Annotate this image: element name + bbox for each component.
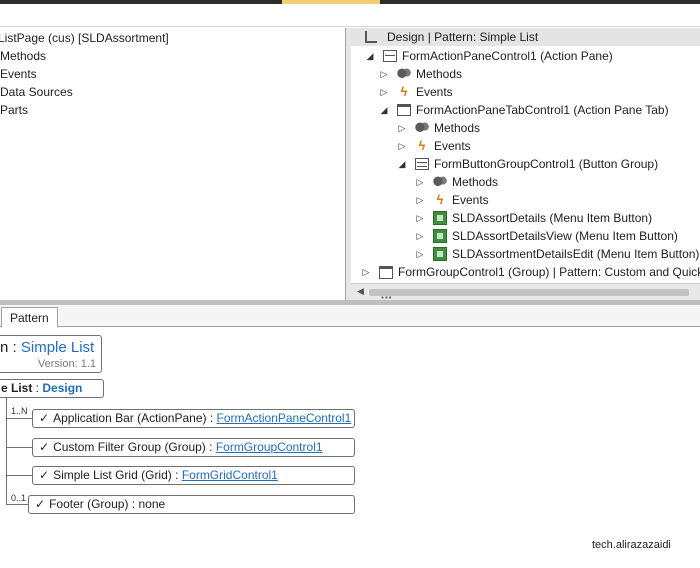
tree-node-sldassortdetailsview[interactable]: ▷ SLDAssortDetailsView (Menu Item Button… bbox=[415, 227, 678, 245]
tree-node-formgroupcontrol[interactable]: ▷ FormGroupControl1 (Group) | Pattern: C… bbox=[361, 263, 700, 281]
collapse-arrow-icon[interactable]: ◢ bbox=[379, 101, 389, 119]
menu-item-button-icon bbox=[433, 247, 447, 261]
watermark-text: tech.alirazazaidi bbox=[592, 539, 671, 551]
button-group-icon bbox=[415, 158, 429, 170]
events-icon: ϟ bbox=[436, 192, 444, 207]
expand-arrow-icon[interactable]: ▷ bbox=[415, 191, 425, 209]
methods-icon bbox=[397, 67, 411, 81]
control-link[interactable]: FormGroupControl1 bbox=[216, 440, 323, 454]
action-pane-tab-icon bbox=[397, 104, 411, 116]
multiplicity-label: 0..1 bbox=[11, 493, 27, 503]
pattern-title-box: rn : Simple List Version: 1.1 bbox=[0, 335, 102, 373]
connector-line bbox=[6, 475, 32, 476]
design-tree: Design | Pattern: Simple List ◢ FormActi… bbox=[351, 28, 700, 300]
connector-line bbox=[6, 447, 32, 448]
pattern-item-custom-filter-group[interactable]: ✓ Custom Filter Group (Group) : FormGroup… bbox=[32, 438, 355, 457]
pattern-version: Version: 1.1 bbox=[37, 358, 96, 370]
horizontal-scrollbar[interactable]: ◀ ▪▪▪ bbox=[351, 283, 700, 302]
active-document-tab[interactable] bbox=[282, 0, 380, 4]
connector-line bbox=[6, 418, 32, 419]
pattern-panel: rn : Simple List Version: 1.1 e List : D… bbox=[0, 328, 700, 568]
expand-arrow-icon[interactable]: ▷ bbox=[379, 83, 389, 101]
tree-node-button-group[interactable]: ◢ FormButtonGroupControl1 (Button Group) bbox=[397, 155, 659, 173]
tree-node-action-pane[interactable]: ◢ FormActionPaneControl1 (Action Pane) bbox=[365, 47, 613, 65]
check-icon: ✓ bbox=[39, 411, 50, 425]
connector-line bbox=[6, 504, 28, 505]
tree-node-sldassortmentdetailsedit[interactable]: ▷ SLDAssortmentDetailsEdit (Menu Item Bu… bbox=[415, 245, 699, 263]
tree-node-sldassortdetails[interactable]: ▷ SLDAssortDetails (Menu Item Button) bbox=[415, 209, 652, 227]
check-icon: ✓ bbox=[39, 468, 50, 482]
tree-node-methods[interactable]: ▷ Methods bbox=[397, 119, 480, 137]
expand-arrow-icon[interactable]: ▷ bbox=[415, 245, 425, 263]
methods-icon bbox=[433, 175, 447, 189]
menu-item-button-icon bbox=[433, 211, 447, 225]
expand-arrow-icon[interactable]: ▷ bbox=[415, 227, 425, 245]
tree-node-listpage[interactable]: ListPage (cus) [SLDAssortment] bbox=[0, 29, 169, 47]
pattern-design-node: e List : Design bbox=[0, 379, 104, 398]
group-icon bbox=[379, 265, 393, 279]
expand-arrow-icon[interactable]: ▷ bbox=[361, 263, 371, 281]
tree-node-events[interactable]: ▷ ϟ Events bbox=[397, 137, 471, 155]
tree-node-data-sources[interactable]: Data Sources bbox=[0, 83, 73, 101]
top-toolbar-strip bbox=[0, 0, 700, 27]
pattern-name-link[interactable]: Simple List bbox=[21, 339, 94, 356]
design-icon bbox=[365, 31, 377, 43]
multiplicity-label: 1..N bbox=[11, 406, 28, 416]
pattern-item-footer[interactable]: ✓ Footer (Group) : none bbox=[28, 495, 355, 514]
pattern-item-application-bar[interactable]: ✓ Application Bar (ActionPane) : FormActi… bbox=[32, 409, 355, 428]
expand-arrow-icon[interactable]: ▷ bbox=[415, 173, 425, 191]
check-icon: ✓ bbox=[39, 440, 50, 454]
tree-node-events[interactable]: Events bbox=[0, 65, 37, 83]
check-icon: ✓ bbox=[35, 497, 46, 511]
tree-node-action-pane-tab[interactable]: ◢ FormActionPaneTabControl1 (Action Pane… bbox=[379, 101, 669, 119]
events-icon: ϟ bbox=[418, 138, 426, 153]
control-link[interactable]: FormGridControl1 bbox=[182, 468, 278, 482]
tab-pattern[interactable]: Pattern bbox=[1, 307, 58, 328]
expand-arrow-icon[interactable]: ▷ bbox=[415, 209, 425, 227]
pattern-title: rn : Simple List bbox=[0, 339, 95, 356]
tree-node-methods[interactable]: Methods bbox=[0, 47, 46, 65]
pattern-item-simple-list-grid[interactable]: ✓ Simple List Grid (Grid) : FormGridContr… bbox=[32, 466, 355, 485]
tree-node-methods[interactable]: ▷ Methods bbox=[415, 173, 498, 191]
expand-arrow-icon[interactable]: ▷ bbox=[397, 137, 407, 155]
scrollbar-thumb[interactable] bbox=[369, 289, 689, 296]
form-element-tree: ListPage (cus) [SLDAssortment] Methods E… bbox=[0, 28, 346, 300]
design-node-header[interactable]: Design | Pattern: Simple List bbox=[351, 28, 700, 46]
bottom-tab-strip: Pattern bbox=[0, 305, 700, 328]
tree-node-events[interactable]: ▷ ϟ Events bbox=[379, 83, 453, 101]
scroll-left-icon[interactable]: ◀ bbox=[357, 286, 364, 297]
tree-node-events[interactable]: ▷ ϟ Events bbox=[415, 191, 489, 209]
methods-icon bbox=[415, 121, 429, 135]
collapse-arrow-icon[interactable]: ◢ bbox=[397, 155, 407, 173]
tree-node-methods[interactable]: ▷ Methods bbox=[379, 65, 462, 83]
expand-arrow-icon[interactable]: ▷ bbox=[397, 119, 407, 137]
connector-line bbox=[6, 398, 7, 504]
collapse-arrow-icon[interactable]: ◢ bbox=[365, 47, 375, 65]
menu-item-button-icon bbox=[433, 229, 447, 243]
control-link[interactable]: FormActionPaneControl1 bbox=[217, 411, 352, 425]
events-icon: ϟ bbox=[400, 84, 408, 99]
expand-arrow-icon[interactable]: ▷ bbox=[379, 65, 389, 83]
action-pane-icon bbox=[383, 50, 397, 62]
tree-node-parts[interactable]: Parts bbox=[0, 101, 28, 119]
